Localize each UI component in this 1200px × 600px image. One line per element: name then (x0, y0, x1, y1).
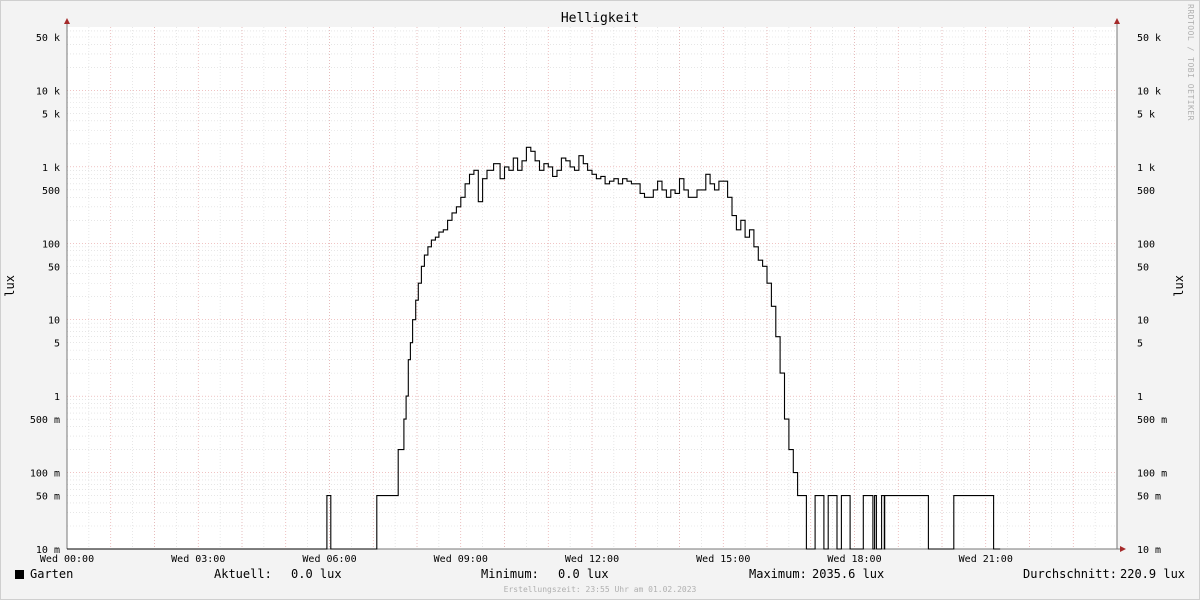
y-tick-label: 500 m (1137, 415, 1167, 426)
x-tick-label: Wed 15:00 (696, 554, 750, 565)
legend-series-label: Garten (30, 567, 74, 581)
y-tick-label: 5 (1137, 339, 1143, 350)
y-tick-label: 100 (42, 239, 60, 250)
legend-avg-label: Durchschnitt: (1023, 567, 1117, 581)
y-tick-label: 1 (1137, 392, 1143, 403)
y-tick-label: 50 k (36, 33, 60, 44)
legend-current-value: 0.0 lux (291, 567, 342, 581)
x-tick-label: Wed 06:00 (302, 554, 356, 565)
legend-max-value: 2035.6 lux (812, 567, 885, 581)
y-ticks-right: 50 k 10 k 5 k 1 k 500 100 50 10 5 1 500 m 100 m 50 m… (1137, 33, 1167, 556)
legend-current-label: Aktuell: (214, 567, 272, 581)
chart-plot: 50 k 10 k 5 k 1 k 500 100 50 10 5 1 500 m 100 m 50 m… (30, 18, 1167, 565)
legend-avg-value: 220.9 lux (1120, 567, 1186, 581)
legend-max-label: Maximum: (749, 567, 807, 581)
x-tick-label: Wed 03:00 (171, 554, 225, 565)
y-tick-label: 10 k (1137, 86, 1161, 97)
y-tick-label: 500 (42, 186, 60, 197)
legend-swatch (15, 570, 24, 579)
legend-min-value: 0.0 lux (558, 567, 609, 581)
creation-time: Erstellungszeit: 23:55 Uhr am 01.02.2023 (503, 585, 697, 594)
x-tick-label: Wed 09:00 (434, 554, 488, 565)
x-tick-label: Wed 12:00 (565, 554, 619, 565)
y-tick-label: 10 (1137, 316, 1149, 327)
legend-min-label: Minimum: (481, 567, 539, 581)
y-tick-label: 500 m (30, 415, 60, 426)
y-tick-label: 50 m (1137, 492, 1161, 503)
y-tick-label: 1 k (1137, 163, 1155, 174)
x-tick-label: Wed 00:00 (40, 554, 94, 565)
y-axis-arrow-left (64, 18, 70, 24)
y-tick-label: 10 k (36, 86, 60, 97)
x-axis-arrow (1120, 546, 1126, 552)
x-tick-label: Wed 21:00 (959, 554, 1013, 565)
y-tick-label: 10 m (1137, 545, 1161, 556)
y-tick-label: 500 (1137, 186, 1155, 197)
y-tick-label: 1 (54, 392, 60, 403)
y-tick-label: 100 (1137, 239, 1155, 250)
x-ticks: Wed 00:00 Wed 03:00 Wed 06:00 Wed 09:00 Wed … (40, 554, 1013, 565)
y-tick-label: 50 k (1137, 33, 1161, 44)
y-tick-label: 5 (54, 339, 60, 350)
y-tick-label: 50 (1137, 262, 1149, 273)
y-tick-label: 10 (48, 316, 60, 327)
y-ticks-left: 50 k 10 k 5 k 1 k 500 100 50 10 5 1 500 m 100 m 50 m… (30, 33, 60, 556)
y-tick-label: 100 m (1137, 469, 1167, 480)
y-tick-label: 5 k (42, 109, 60, 120)
y-tick-label: 5 k (1137, 109, 1155, 120)
y-tick-label: 50 (48, 262, 60, 273)
y-tick-label: 1 k (42, 163, 60, 174)
y-axis-arrow-right (1114, 18, 1120, 24)
y-tick-label: 50 m (36, 492, 60, 503)
x-tick-label: Wed 18:00 (827, 554, 881, 565)
y-tick-label: 100 m (30, 469, 60, 480)
